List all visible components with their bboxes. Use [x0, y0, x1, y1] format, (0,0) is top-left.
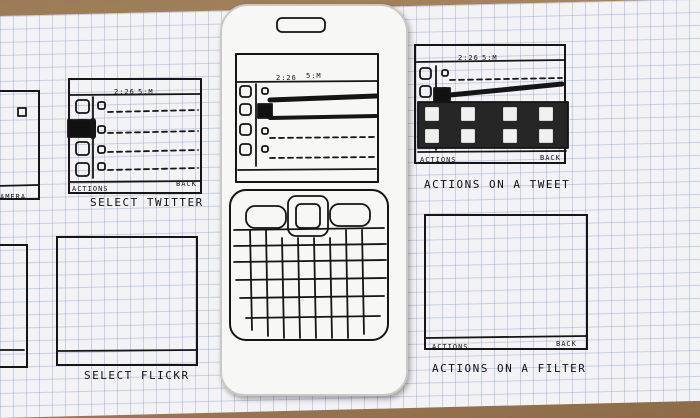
partial-left-sketch [0, 107, 39, 351]
twitter-sketch [67, 93, 201, 183]
filter-sketch [425, 335, 587, 339]
phone-sketch [229, 17, 389, 341]
phone-speaker [276, 17, 326, 33]
flickr-sketch [57, 349, 197, 352]
tweet-sketch [415, 59, 569, 153]
sketch-ink-layer [0, 17, 587, 352]
